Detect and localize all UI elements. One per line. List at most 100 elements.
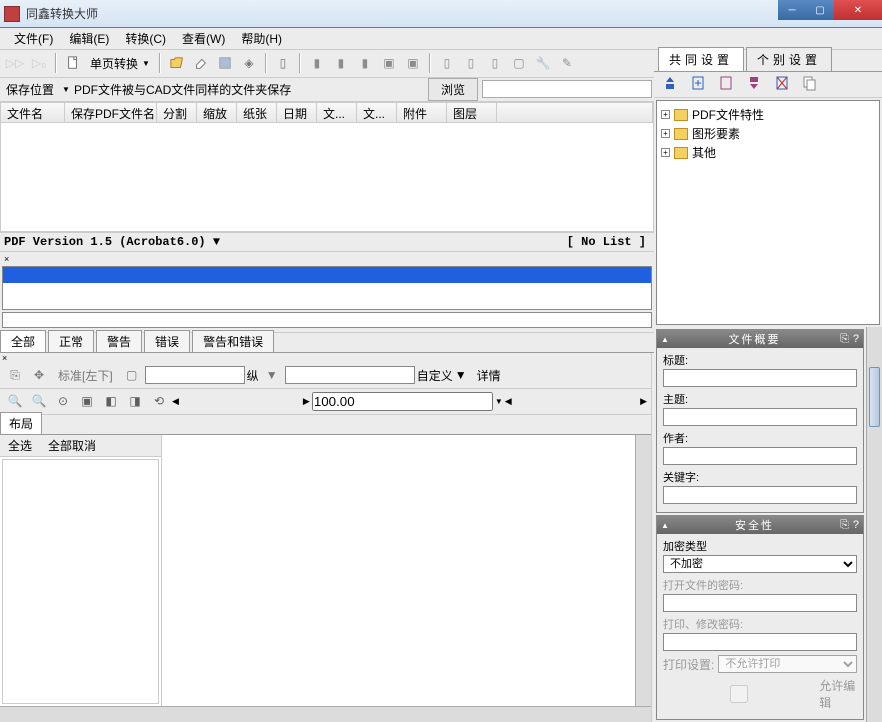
settings-icon-3[interactable] [718,75,734,94]
prev-icon[interactable]: ◀ [172,396,179,407]
author-input[interactable] [663,447,857,465]
close-button[interactable]: ✕ [834,0,882,20]
next2-icon[interactable]: ▶ [640,396,647,407]
col-scale[interactable]: 缩放 [197,103,237,122]
tree-graphic-elem[interactable]: + 图形要素 [661,124,875,143]
collapse-icon[interactable]: ▲ [661,521,669,530]
browse-button[interactable]: 浏览 [428,78,478,101]
tb2-icon[interactable]: ▮ [330,52,352,74]
copy-icon[interactable]: ⎘ [840,333,849,346]
doc-icon[interactable]: ▯ [272,52,294,74]
new-doc-icon[interactable] [62,52,84,74]
minimize-button[interactable]: ─ [778,0,806,20]
run-all-icon[interactable]: ▷▷ [4,52,26,74]
preview-canvas[interactable] [162,435,635,707]
tab-all[interactable]: 全部 [0,330,46,352]
zoom-width-icon[interactable]: ◧ [100,390,122,412]
col-layer[interactable]: 图层 [447,103,497,122]
tab-warnerr[interactable]: 警告和错误 [192,330,274,352]
zoom-caret[interactable]: ▼ [495,397,503,406]
tb4-icon[interactable]: ▣ [378,52,400,74]
copy-icon[interactable]: ⎘ [840,519,849,532]
tb5-icon[interactable]: ▣ [402,52,424,74]
col-paper[interactable]: 纸张 [237,103,277,122]
select-all-button[interactable]: 全选 [8,437,32,454]
page-mode-dropdown[interactable]: 单页转换 ▼ [86,54,154,73]
panel-close-icon[interactable]: × [0,353,651,363]
size-dropdown-1[interactable] [145,366,245,384]
tb6-icon[interactable]: ▯ [436,52,458,74]
pdf-version-text[interactable]: PDF Version 1.5 (Acrobat6.0) ▼ [4,235,563,249]
expand-icon[interactable]: + [661,110,670,119]
settings-icon-4[interactable] [746,75,762,94]
help-icon[interactable]: ? [853,519,859,531]
zoom-out-icon[interactable]: 🔍 [28,390,50,412]
progress-list[interactable] [2,266,652,310]
file-summary-header[interactable]: ▲ 文件概要 ⎘ ? [657,330,863,348]
save-icon[interactable] [214,52,236,74]
col-filename[interactable]: 文件名 [1,103,65,122]
zoom-input[interactable] [312,392,493,411]
canvas-scrollbar-h[interactable] [0,706,651,722]
caret-icon[interactable]: ▼ [455,368,467,382]
saveas-icon[interactable]: ◈ [238,52,260,74]
size-dropdown-2[interactable] [285,366,415,384]
tb9-icon[interactable]: ▢ [508,52,530,74]
open-icon[interactable] [166,52,188,74]
tb7-icon[interactable]: ▯ [460,52,482,74]
no-list-text[interactable]: [ No List ] [563,235,650,249]
zoom-sel-icon[interactable]: ◨ [124,390,146,412]
canvas-scrollbar-v[interactable] [635,435,651,707]
settings-icon-5[interactable] [774,75,790,94]
file-grid-body[interactable] [1,123,653,231]
expand-icon[interactable]: + [661,129,670,138]
move-icon[interactable]: ✥ [28,364,50,386]
menu-convert[interactable]: 转换(C) [117,28,174,49]
progress-close-icon[interactable]: × [2,254,652,264]
col-pdfname[interactable]: 保存PDF文件名 [65,103,157,122]
keywords-input[interactable] [663,486,857,504]
col-text2[interactable]: 文... [357,103,397,122]
progress-row-selected[interactable] [3,267,651,283]
tb11-icon[interactable]: ✎ [556,52,578,74]
deselect-all-button[interactable]: 全部取消 [48,437,96,454]
col-attach[interactable]: 附件 [397,103,447,122]
copy-icon[interactable]: ⎘ [4,364,26,386]
menu-edit[interactable]: 编辑(E) [61,28,117,49]
tree-other[interactable]: + 其他 [661,143,875,162]
right-panel-scrollbar[interactable] [866,327,882,722]
crop-icon[interactable]: ▢ [121,364,143,386]
tab-normal[interactable]: 正常 [48,330,94,352]
menu-view[interactable]: 查看(W) [174,28,233,49]
eraser-icon[interactable] [190,52,212,74]
zoom-in-icon[interactable]: 🔍 [4,390,26,412]
subject-input[interactable] [663,408,857,426]
col-split[interactable]: 分割 [157,103,197,122]
security-header[interactable]: ▲ 安全性 ⎘ ? [657,516,863,534]
tb10-icon[interactable]: 🔧 [532,52,554,74]
tb8-icon[interactable]: ▯ [484,52,506,74]
title-input[interactable] [663,369,857,387]
help-icon[interactable]: ? [853,333,859,345]
tab-individual-settings[interactable]: 个别设置 [746,47,832,71]
enctype-select[interactable]: 不加密 [663,555,857,573]
run-one-icon[interactable]: ▷₀ [28,52,50,74]
caret-icon[interactable]: ▼ [58,85,74,94]
prev2-icon[interactable]: ◀ [505,396,512,407]
layout-list[interactable] [2,459,159,705]
zoom-reset-icon[interactable]: ⟲ [148,390,170,412]
tb3-icon[interactable]: ▮ [354,52,376,74]
menu-file[interactable]: 文件(F) [6,28,61,49]
tree-pdf-props[interactable]: + PDF文件特性 [661,105,875,124]
settings-icon-1[interactable] [662,75,678,94]
settings-tree[interactable]: + PDF文件特性 + 图形要素 + 其他 [656,100,880,325]
tab-warn[interactable]: 警告 [96,330,142,352]
zoom-fit-icon[interactable]: ⊙ [52,390,74,412]
col-date[interactable]: 日期 [277,103,317,122]
copy-settings-icon[interactable] [802,75,818,94]
maximize-button[interactable]: ▢ [806,0,834,20]
zoom-page-icon[interactable]: ▣ [76,390,98,412]
tab-common-settings[interactable]: 共同设置 [658,47,744,71]
orient-toggle[interactable]: ▼ [261,364,283,386]
collapse-icon[interactable]: ▲ [661,335,669,344]
